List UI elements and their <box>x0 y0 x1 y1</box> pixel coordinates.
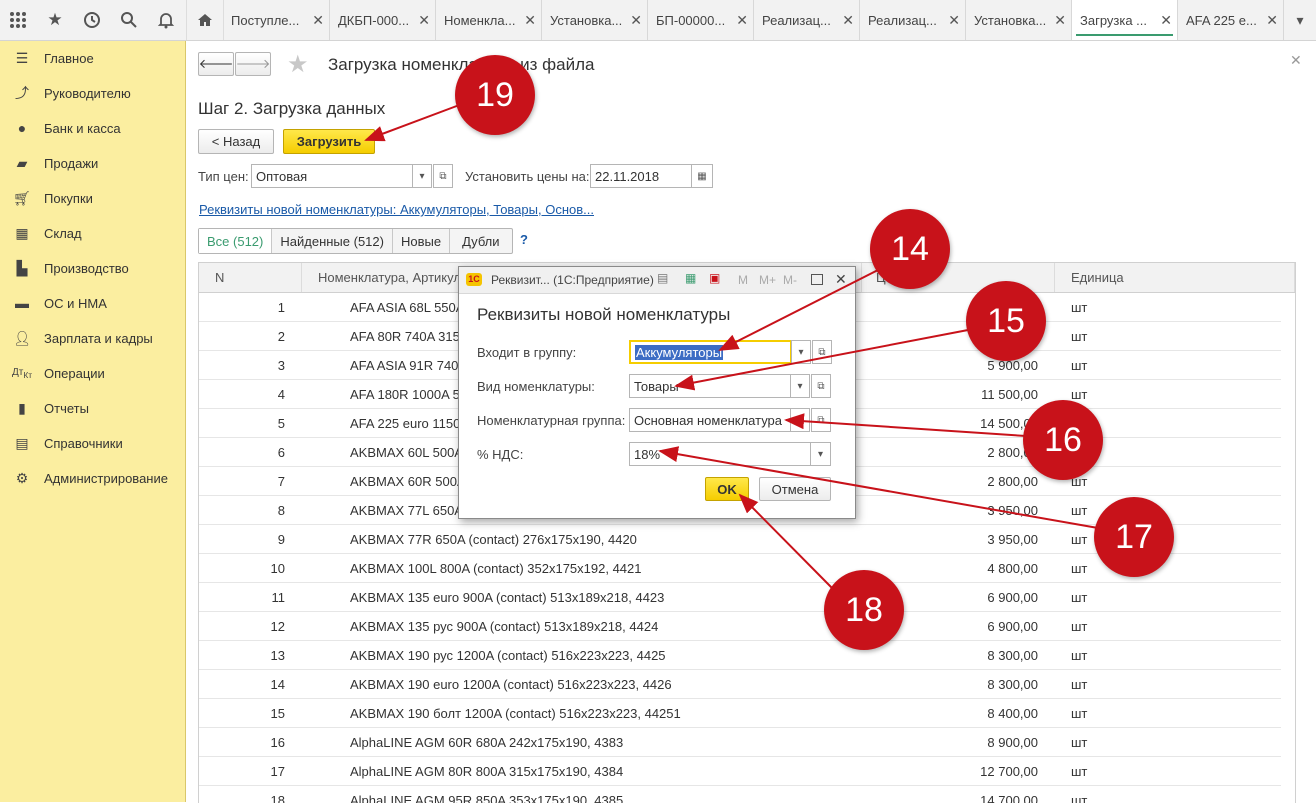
marker-16: 16 <box>1023 400 1103 480</box>
annotation-arrows <box>364 103 1099 589</box>
arrow-19 <box>364 103 463 142</box>
marker-17: 17 <box>1094 497 1174 577</box>
marker-15: 15 <box>966 281 1046 361</box>
marker-18: 18 <box>824 570 904 650</box>
marker-14: 14 <box>870 209 950 289</box>
arrow-14 <box>718 269 879 351</box>
arrow-15 <box>674 329 969 391</box>
marker-19: 19 <box>455 55 535 135</box>
arrow-16 <box>784 413 1027 437</box>
arrow-18 <box>738 493 833 589</box>
